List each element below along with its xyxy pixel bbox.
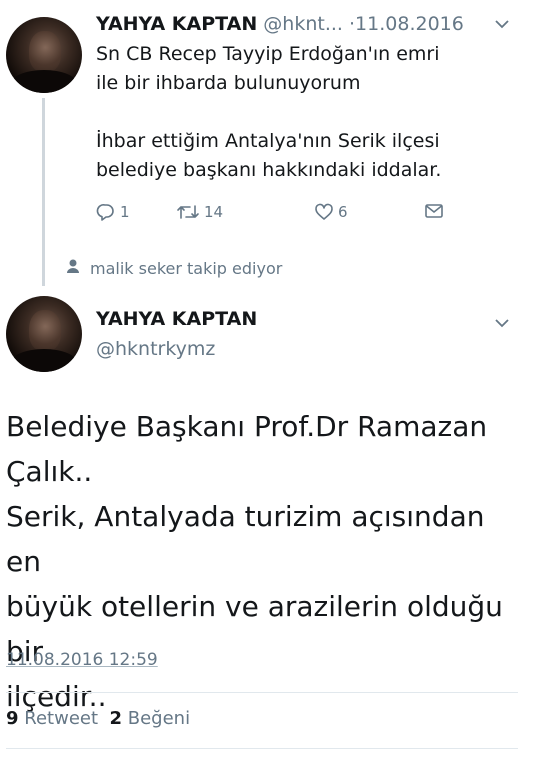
avatar-shoulder <box>9 70 79 93</box>
direct-message-button[interactable] <box>424 202 444 220</box>
follow-notice-label: malik seker takip ediyor <box>90 258 283 278</box>
like-button[interactable]: 6 <box>314 202 348 222</box>
avatar-shoulder <box>9 349 79 372</box>
likes-count: 2 <box>109 708 123 729</box>
tweet2-timestamp[interactable]: 11.08.2016 12:59 <box>6 650 158 670</box>
chevron-down-icon[interactable] <box>494 14 510 33</box>
divider <box>6 692 518 693</box>
avatar[interactable] <box>6 296 82 372</box>
retweets-stat[interactable]: 9 Retweet <box>6 708 98 729</box>
envelope-icon <box>424 202 444 220</box>
thread-line <box>42 98 45 286</box>
avatar[interactable] <box>6 17 82 93</box>
likes-label: Beğeni <box>127 708 191 729</box>
avatar-face <box>28 309 61 352</box>
retweet-button[interactable]: 14 <box>176 202 223 222</box>
reply-button[interactable]: 1 <box>96 202 130 222</box>
follow-notice[interactable]: malik seker takip ediyor <box>66 258 282 278</box>
chevron-down-icon[interactable] <box>494 313 510 332</box>
divider <box>6 748 518 749</box>
heart-icon <box>314 202 334 222</box>
tweet1-header: YAHYA KAPTAN @hknt... ·11.08.2016 <box>96 10 464 38</box>
retweet-count: 14 <box>204 203 224 221</box>
tweet2-stats: 9 Retweet 2 Beğeni <box>6 708 190 729</box>
tweet2-text: Belediye Başkanı Prof.Dr Ramazan Çalık..… <box>6 410 503 713</box>
tweet1-date[interactable]: 11.08.2016 <box>355 13 464 35</box>
reply-icon <box>96 202 116 222</box>
tweet2-author-handle[interactable]: @hkntrkymz <box>96 338 215 360</box>
retweets-label: Retweet <box>24 708 99 729</box>
retweet-icon <box>176 202 200 222</box>
avatar-face <box>28 30 61 73</box>
tweet2-author-name[interactable]: YAHYA KAPTAN <box>96 308 257 330</box>
person-icon <box>66 258 80 278</box>
reply-count: 1 <box>120 203 130 221</box>
retweets-count: 9 <box>6 708 19 729</box>
like-count: 6 <box>338 203 348 221</box>
likes-stat[interactable]: 2 Beğeni <box>109 708 190 729</box>
tweet1-text: Sn CB Recep Tayyip Erdoğan'ın emri ile b… <box>96 43 442 181</box>
tweet1-action-bar: 1 14 6 <box>96 202 456 228</box>
tweet1-author-handle[interactable]: @hknt... <box>263 13 343 35</box>
tweet1-author-name[interactable]: YAHYA KAPTAN <box>96 13 257 35</box>
